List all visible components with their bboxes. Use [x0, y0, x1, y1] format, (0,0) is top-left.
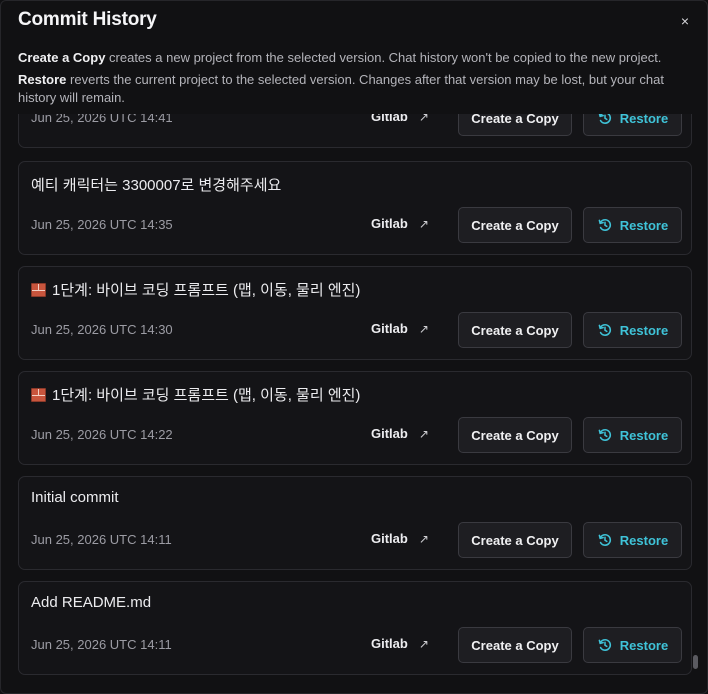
gitlab-link[interactable]: Gitlab ↗ — [371, 426, 429, 441]
commit-card: Add README.md Jun 25, 2026 UTC 14:11 Git… — [18, 581, 692, 675]
restore-button[interactable]: Restore — [583, 114, 682, 136]
restore-label: Restore — [619, 322, 669, 338]
gitlab-label: Gitlab — [371, 531, 408, 546]
external-link-icon: ↗ — [418, 426, 429, 441]
gitlab-link[interactable]: Gitlab ↗ — [371, 321, 429, 336]
restore-description-term: Restore — [18, 72, 67, 87]
brick-icon — [31, 387, 46, 402]
gitlab-label: Gitlab — [371, 636, 408, 651]
scrollbar-thumb[interactable] — [693, 655, 698, 669]
commit-message-text: 예티 캐릭터는 3300007로 변경해주세요 — [31, 177, 282, 194]
external-link-icon: ↗ — [418, 114, 429, 124]
commit-date: Jun 25, 2026 UTC 14:41 — [31, 114, 173, 125]
create-copy-button[interactable]: Create a Copy — [458, 522, 572, 558]
commit-message-text: Add README.md — [31, 594, 152, 611]
commit-message-text: Initial commit — [31, 489, 119, 506]
commit-message: 1단계: 바이브 코딩 프롬프트 (맵, 이동, 물리 엔진) — [31, 384, 360, 405]
commit-message: 예티 캐릭터는 3300007로 변경해주세요 — [31, 174, 281, 195]
restore-icon — [598, 429, 611, 441]
restore-icon — [598, 534, 611, 546]
copy-description-text: creates a new project from the selected … — [105, 50, 662, 65]
commit-card: 예티 캐릭터는 3300007로 변경해주세요 Jun 25, 2026 UTC… — [18, 161, 692, 255]
restore-label: Restore — [619, 427, 669, 443]
restore-button[interactable]: Restore — [583, 312, 682, 348]
external-link-icon: ↗ — [418, 216, 429, 231]
gitlab-label: Gitlab — [371, 426, 408, 441]
close-icon[interactable]: × — [675, 11, 695, 31]
gitlab-label: Gitlab — [371, 114, 408, 124]
brick-icon — [31, 282, 46, 297]
external-link-icon: ↗ — [418, 636, 429, 651]
create-copy-button[interactable]: Create a Copy — [458, 114, 572, 136]
restore-button[interactable]: Restore — [583, 417, 682, 453]
commit-date: Jun 25, 2026 UTC 14:11 — [31, 532, 172, 547]
external-link-icon: ↗ — [418, 321, 429, 336]
commit-list[interactable]: Jun 25, 2026 UTC 14:41 Gitlab ↗ Create a … — [18, 114, 693, 686]
create-copy-button[interactable]: Create a Copy — [458, 417, 572, 453]
commit-message-text: 1단계: 바이브 코딩 프롬프트 (맵, 이동, 물리 엔진) — [52, 282, 361, 299]
restore-label: Restore — [619, 217, 669, 233]
commit-date: Jun 25, 2026 UTC 14:22 — [31, 427, 173, 442]
commit-message: Add README.md — [31, 594, 151, 611]
create-copy-button[interactable]: Create a Copy — [458, 627, 572, 663]
copy-description: Create a Copy creates a new project from… — [18, 49, 698, 67]
commit-history-dialog: Commit History × Create a Copy creates a… — [0, 0, 708, 694]
commit-card: Jun 25, 2026 UTC 14:41 Gitlab ↗ Create a … — [18, 114, 692, 148]
restore-label: Restore — [619, 637, 669, 653]
restore-icon — [598, 114, 611, 124]
dialog-title: Commit History — [18, 9, 157, 30]
gitlab-link[interactable]: Gitlab ↗ — [371, 216, 429, 231]
gitlab-link[interactable]: Gitlab ↗ — [371, 531, 429, 546]
restore-icon — [598, 639, 611, 651]
copy-description-term: Create a Copy — [18, 50, 106, 65]
restore-description-text: reverts the current project to the selec… — [18, 72, 665, 105]
restore-icon — [598, 324, 611, 336]
commit-date: Jun 25, 2026 UTC 14:35 — [31, 217, 173, 232]
commit-card: Initial commit Jun 25, 2026 UTC 14:11 Gi… — [18, 476, 692, 570]
gitlab-link[interactable]: Gitlab ↗ — [371, 114, 429, 124]
create-copy-button[interactable]: Create a Copy — [458, 312, 572, 348]
commit-card: 1단계: 바이브 코딩 프롬프트 (맵, 이동, 물리 엔진) Jun 25, … — [18, 371, 692, 465]
gitlab-label: Gitlab — [371, 321, 408, 336]
create-copy-button[interactable]: Create a Copy — [458, 207, 572, 243]
external-link-icon: ↗ — [418, 531, 429, 546]
commit-date: Jun 25, 2026 UTC 14:11 — [31, 637, 172, 652]
commit-card: 1단계: 바이브 코딩 프롬프트 (맵, 이동, 물리 엔진) Jun 25, … — [18, 266, 692, 360]
commit-date: Jun 25, 2026 UTC 14:30 — [31, 322, 173, 337]
gitlab-label: Gitlab — [371, 216, 408, 231]
restore-icon — [598, 219, 611, 231]
commit-message: Initial commit — [31, 489, 119, 506]
restore-description: Restore reverts the current project to t… — [18, 71, 698, 107]
restore-button[interactable]: Restore — [583, 207, 682, 243]
gitlab-link[interactable]: Gitlab ↗ — [371, 636, 429, 651]
commit-message-text: 1단계: 바이브 코딩 프롬프트 (맵, 이동, 물리 엔진) — [52, 387, 361, 404]
restore-button[interactable]: Restore — [583, 627, 682, 663]
commit-message: 1단계: 바이브 코딩 프롬프트 (맵, 이동, 물리 엔진) — [31, 279, 360, 300]
restore-label: Restore — [619, 532, 669, 548]
restore-label: Restore — [619, 114, 669, 126]
restore-button[interactable]: Restore — [583, 522, 682, 558]
